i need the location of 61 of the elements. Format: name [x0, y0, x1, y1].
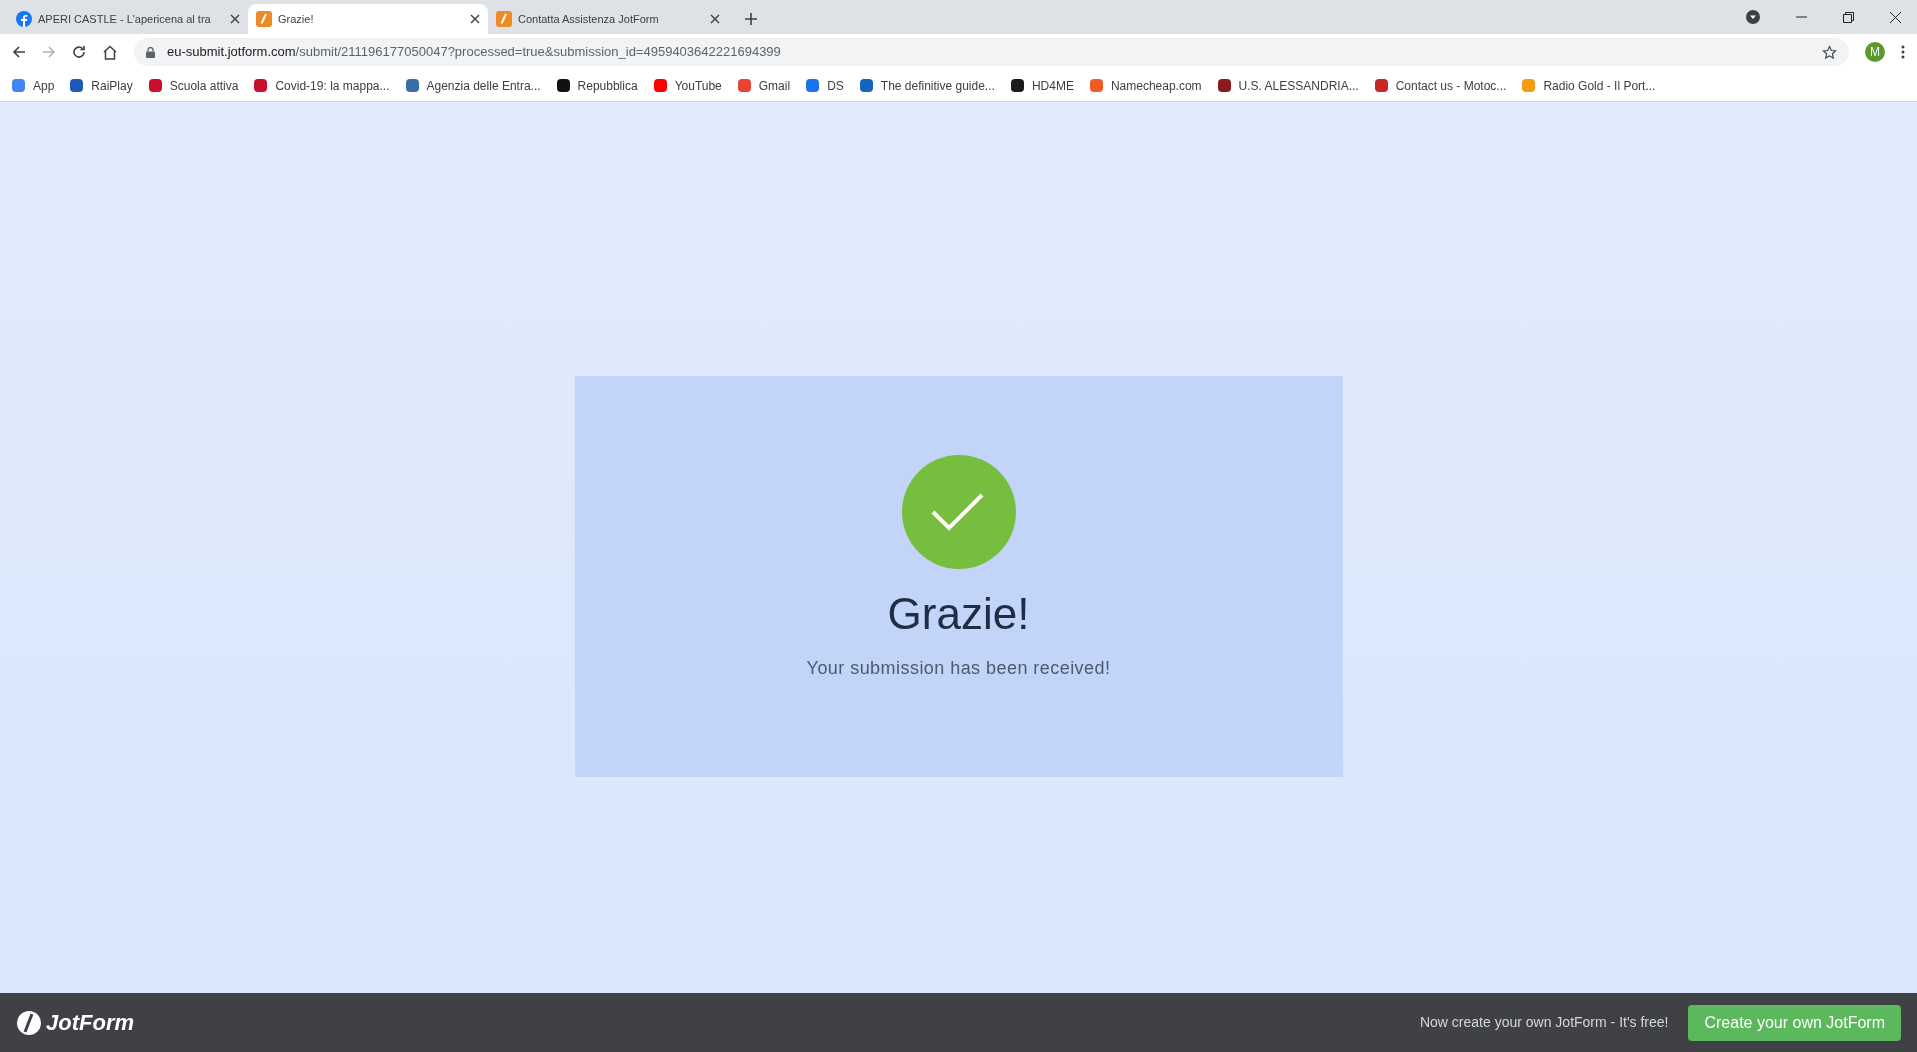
pencil-logo-icon — [256, 11, 272, 27]
bookmark-label: YouTube — [674, 77, 722, 95]
close-icon[interactable] — [470, 14, 480, 24]
tab-title: Contatta Assistenza JotForm — [518, 11, 660, 27]
facebook-icon — [16, 11, 32, 27]
bookmark-link[interactable]: Repubblica — [556, 76, 638, 95]
bookmark-label: Gmail — [758, 77, 791, 95]
bookmark-label: HD4ME — [1031, 77, 1074, 95]
back-arrow-icon[interactable] — [12, 45, 26, 59]
pencil-logo-icon — [496, 11, 512, 27]
bookmark-label: RaiPlay — [91, 77, 133, 95]
confirmation-message: Your submission has been received! — [806, 657, 1111, 680]
bookmark-label: Namecheap.com — [1110, 77, 1202, 95]
bookmark-label: DS — [827, 77, 844, 95]
bookmark-link[interactable]: The definitive guide... — [859, 76, 995, 95]
bookmark-link[interactable]: Namecheap.com — [1089, 76, 1202, 95]
tab-title: Grazie! — [278, 11, 315, 27]
brand-name: JotForm — [46, 1009, 134, 1037]
lock-icon — [146, 46, 155, 58]
bookmark-label: Scuola attiva — [169, 77, 239, 95]
bookmark-label: Covid-19: la mappa... — [275, 77, 390, 95]
pencil-logo-icon — [16, 1009, 42, 1036]
bookmark-link[interactable]: Covid-19: la mappa... — [254, 76, 390, 95]
bookmark-label: Agenzia delle Entra... — [426, 77, 541, 95]
bookmark-link[interactable]: YouTube — [653, 76, 722, 95]
promo-text: Now create your own JotForm - It's free! — [1419, 1013, 1669, 1032]
close-icon[interactable] — [710, 14, 720, 24]
browser-tab[interactable]: Contatta Assistenza JotForm — [488, 4, 728, 34]
reload-icon[interactable] — [72, 45, 86, 59]
bookmark-link[interactable]: Scuola attiva — [148, 76, 239, 95]
brand-logo[interactable]: JotForm — [16, 1006, 134, 1039]
bookmark-label: Radio Gold - Il Port... — [1543, 77, 1656, 95]
url-text: eu-submit.jotform.com/submit/211196177050047?processed=true&submission_id=4959403642221694399 — [167, 43, 782, 62]
home-icon[interactable] — [102, 44, 118, 60]
bookmark-label: App — [33, 77, 55, 95]
address-bar[interactable]: eu-submit.jotform.com/submit/211196177050047?processed=true&submission_id=4959403642221694399 — [134, 38, 1849, 66]
bookmark-link[interactable]: RaiPlay — [70, 76, 133, 95]
bookmark-label: Repubblica — [577, 77, 638, 95]
tab-title: APERI CASTLE - L'apericena al tra — [38, 11, 212, 27]
bookmark-label: Contact us - Motoc... — [1395, 77, 1507, 95]
star-icon[interactable] — [1822, 44, 1837, 60]
bookmark-link[interactable]: HD4ME — [1010, 76, 1074, 95]
thank-you-title: Grazie! — [887, 588, 1030, 640]
bookmark-link[interactable]: Radio Gold - Il Port... — [1522, 76, 1656, 95]
check-circle-icon — [901, 455, 1016, 569]
menu-icon[interactable] — [1901, 45, 1905, 59]
close-icon[interactable] — [230, 14, 240, 24]
bookmark-link[interactable]: Gmail — [737, 76, 791, 95]
bookmark-link[interactable]: DS — [806, 76, 844, 95]
bookmark-label: U.S. ALESSANDRIA... — [1238, 77, 1359, 95]
close-icon[interactable] — [1890, 11, 1901, 23]
new-tab-icon[interactable] — [744, 12, 758, 26]
dropdown-icon[interactable] — [1746, 10, 1760, 24]
bookmark-label: The definitive guide... — [880, 77, 995, 95]
bookmark-link[interactable]: U.S. ALESSANDRIA... — [1217, 76, 1359, 95]
bookmark-link[interactable]: Agenzia delle Entra... — [405, 76, 541, 95]
browser-tab[interactable]: Grazie! — [248, 4, 488, 34]
restore-icon[interactable] — [1843, 11, 1854, 23]
browser-tab[interactable]: APERI CASTLE - L'apericena al tra — [8, 4, 248, 34]
bookmark-link[interactable]: Contact us - Motoc... — [1374, 76, 1507, 95]
bookmark-link[interactable]: App — [12, 76, 55, 95]
